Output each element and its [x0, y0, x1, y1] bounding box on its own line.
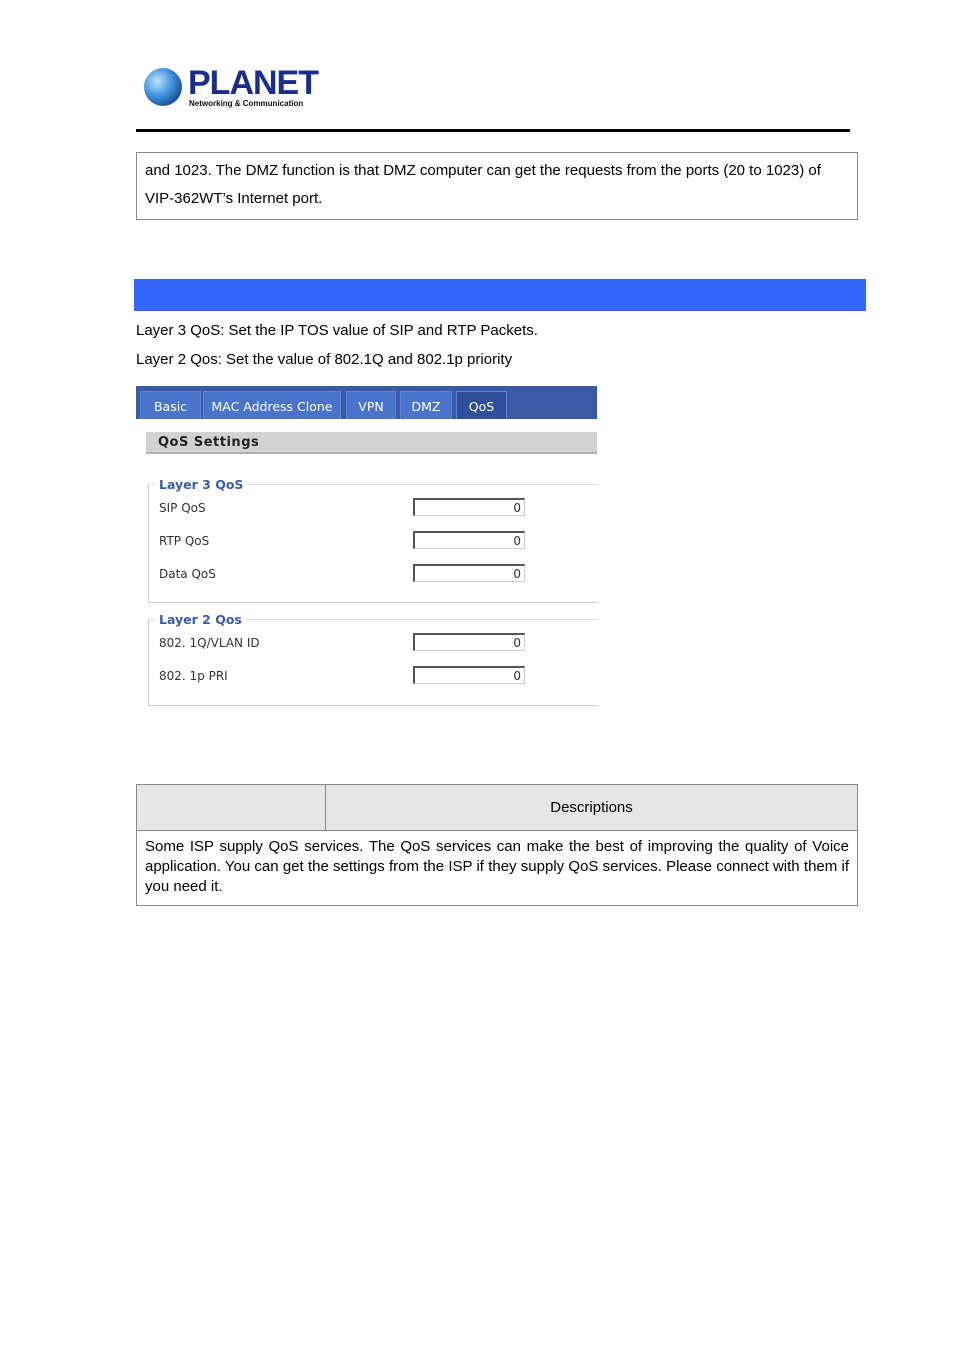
- header-divider: [136, 129, 850, 132]
- tab-vpn[interactable]: VPN: [346, 391, 396, 419]
- section-title-bar: [134, 279, 866, 311]
- tab-bar: Basic MAC Address Clone VPN DMZ QoS: [136, 386, 597, 419]
- vlan-id-label: 802. 1Q/VLAN ID: [159, 636, 260, 650]
- table-row: Some ISP supply QoS services. The QoS se…: [136, 830, 858, 906]
- brand-tagline: Networking & Communication: [189, 99, 304, 108]
- layer3-qos-legend: Layer 3 QoS: [155, 477, 248, 492]
- layer2-description: Layer 2 Qos: Set the value of 802.1Q and…: [136, 351, 513, 368]
- layer2-qos-group: Layer 2 Qos 802. 1Q/VLAN ID 0 802. 1p PR…: [148, 612, 598, 706]
- layer3-qos-group: Layer 3 QoS SIP QoS 0 RTP QoS 0 Data QoS…: [148, 477, 598, 603]
- table-header-descriptions: Descriptions: [325, 784, 858, 831]
- data-qos-label: Data QoS: [159, 567, 216, 581]
- qos-settings-header: QoS Settings: [146, 432, 597, 454]
- sip-qos-input[interactable]: 0: [413, 498, 525, 516]
- table-header-col1: [136, 784, 326, 831]
- pri-label: 802. 1p PRI: [159, 669, 228, 683]
- note-box: and 1023. The DMZ function is that DMZ c…: [136, 152, 858, 220]
- description-table: Descriptions Some ISP supply QoS service…: [136, 784, 858, 906]
- planet-logo: PLANET Networking & Communication: [142, 66, 319, 110]
- brand-name: PLANET: [188, 64, 319, 102]
- data-qos-input[interactable]: 0: [413, 564, 525, 582]
- tab-basic[interactable]: Basic: [140, 391, 201, 419]
- qos-settings-screenshot: Basic MAC Address Clone VPN DMZ QoS QoS …: [136, 386, 598, 706]
- table-body-text: Some ISP supply QoS services. The QoS se…: [136, 830, 858, 906]
- tab-qos[interactable]: QoS: [456, 391, 507, 419]
- vlan-id-input[interactable]: 0: [413, 633, 525, 651]
- globe-icon: [144, 68, 182, 106]
- layer3-description: Layer 3 QoS: Set the IP TOS value of SIP…: [136, 322, 538, 339]
- tab-mac-address-clone[interactable]: MAC Address Clone: [203, 391, 341, 419]
- rtp-qos-input[interactable]: 0: [413, 531, 525, 549]
- pri-input[interactable]: 0: [413, 666, 525, 684]
- rtp-qos-label: RTP QoS: [159, 534, 210, 548]
- table-header-row: Descriptions: [136, 784, 858, 831]
- layer2-qos-legend: Layer 2 Qos: [155, 612, 246, 627]
- sip-qos-label: SIP QoS: [159, 501, 206, 515]
- tab-dmz[interactable]: DMZ: [400, 391, 452, 419]
